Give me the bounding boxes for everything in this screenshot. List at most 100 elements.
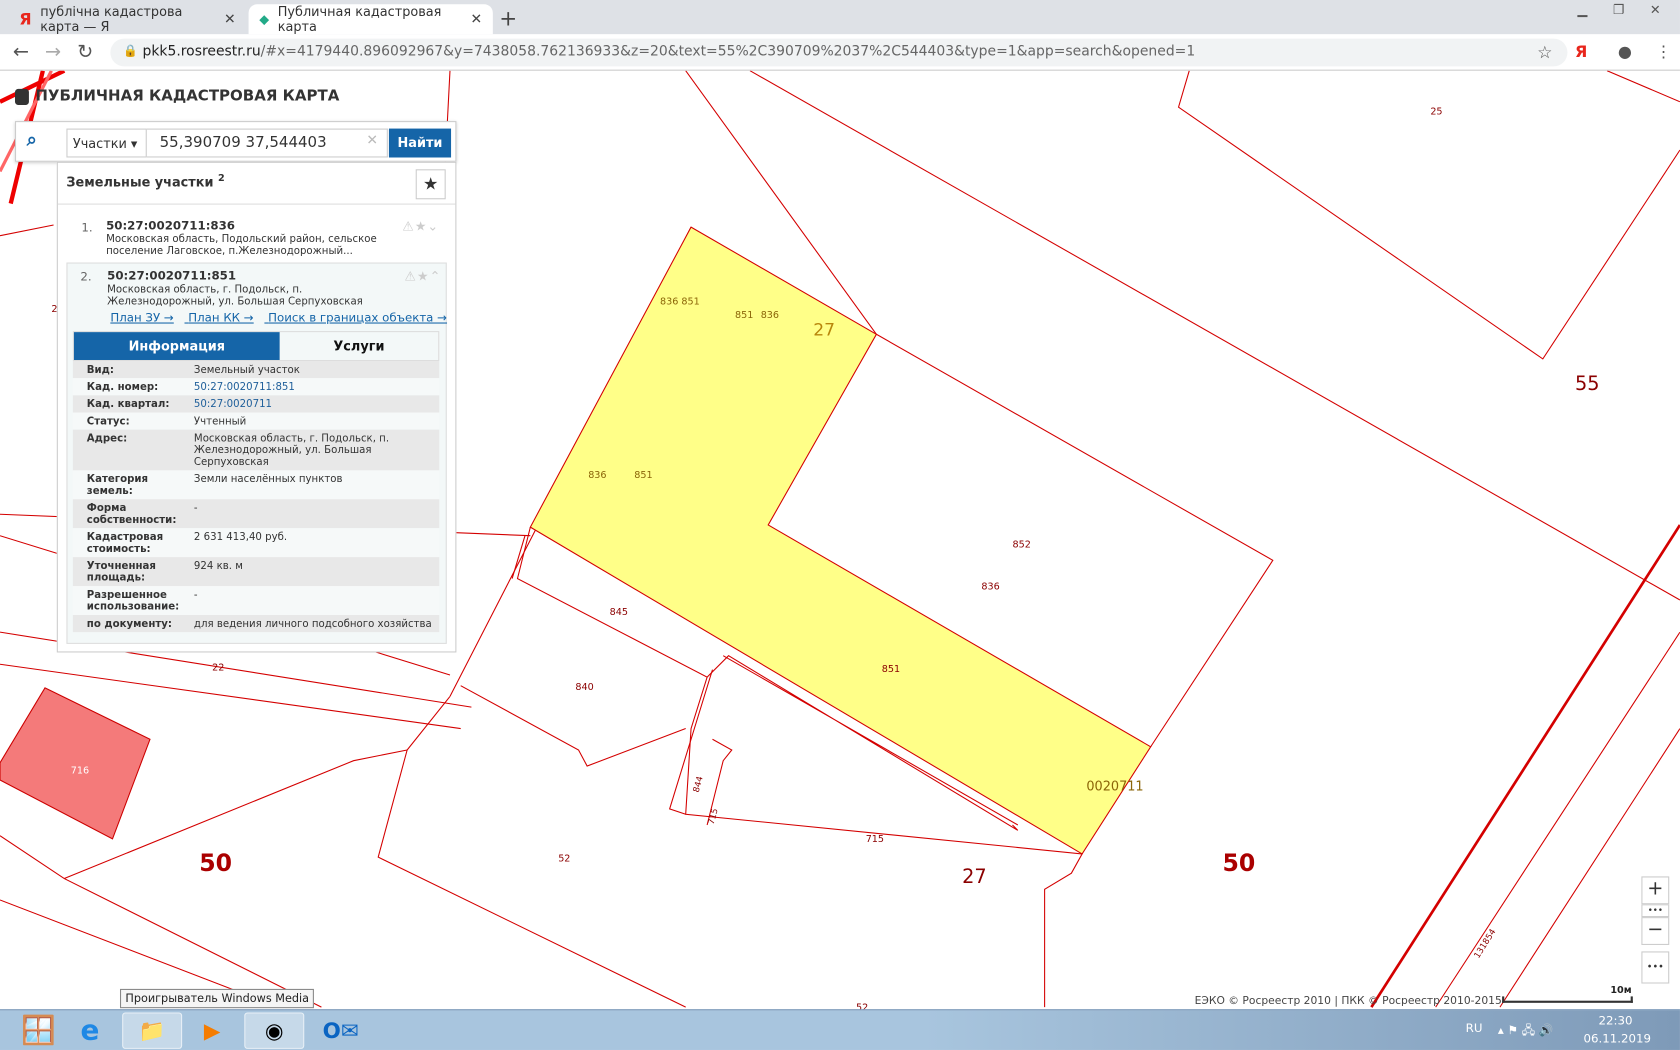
quarter-number-label: 0020711 [1086,780,1143,795]
plan-zu-link[interactable]: План ЗУ → [110,311,173,325]
parcel-label: 836 [981,581,999,592]
clear-icon[interactable]: ✕ [366,133,378,149]
search-within-link[interactable]: Поиск в границах объекта → [268,311,447,325]
quarter-label: 27 [813,320,835,340]
plan-kk-link[interactable]: План КК → [188,311,253,325]
parcel-label: 836 [761,310,779,321]
info-key: Кад. номер: [86,381,159,394]
results-panel: Земельные участки 2 ★ 1. 50:27:0020711:8… [56,161,457,653]
result-number: 2. [80,269,92,284]
zoom-in-button[interactable]: + [1641,876,1670,905]
info-key: Вид: [86,364,114,377]
info-key: Разрешенное использование: [86,589,180,613]
parcel-label: 851 [634,470,652,481]
result-cad-number: 50:27:0020711:851 [107,268,237,283]
info-value: 2 631 413,40 руб. [193,531,288,544]
parcel-label: 836 [588,470,606,481]
explorer-icon[interactable]: 📁 [122,1012,183,1049]
quarter-label: 27 [962,865,987,888]
tray-icons[interactable]: ▴ ⚑ 🖧 🔊 [1498,1021,1554,1041]
zoom-out-button[interactable]: − [1641,917,1670,945]
results-count: 2 [217,173,225,185]
app-title: ПУБЛИЧНАЯ КАДАСТРОВАЯ КАРТА [35,87,340,105]
tab-yandex[interactable]: Япублічна кадастрова карта — Я ✕ [9,4,247,34]
media-player-icon[interactable]: ▶ [182,1012,242,1048]
ie-icon[interactable]: e [60,1012,120,1048]
info-value: Земельный участок [193,364,300,377]
back-icon[interactable]: ← [13,41,29,63]
parcel-label: 716 [71,766,89,777]
new-tab-button[interactable]: + [499,5,517,31]
result-address: Московская область, г. Подольск, п. Желе… [107,283,363,308]
language-indicator[interactable]: RU [1466,1021,1483,1035]
scale-label: 10м [1610,985,1632,997]
parcel-716-highlight[interactable] [0,687,151,840]
info-value: Учтенный [193,415,247,428]
chrome-icon[interactable]: ◉ [244,1012,305,1049]
search-bar: ⌕ Участки ▾ 55,390709 37,544403 ✕ Найти [14,121,457,162]
info-row: Адрес: Московская область, г. Подольск, п… [72,429,440,471]
info-table: Вид: Земельный участок Кад. номер: 50:27:0… [72,361,440,633]
parcel-label: 715 [707,807,721,825]
results-title: Земельные участки 2 [66,174,224,190]
menu-icon[interactable]: ⋮ [1655,42,1671,61]
close-icon[interactable]: ✕ [224,11,236,27]
search-input[interactable]: 55,390709 37,544403 [146,128,388,158]
parcel-label: 851 [882,664,900,675]
info-tabs: Информация Услуги [72,331,440,362]
rosreestr-logo-icon [14,88,29,105]
zoom-levels-icon[interactable]: ••• [1641,904,1670,918]
clock-date[interactable]: 06.11.2019 [1584,1032,1651,1046]
result-number: 1. [81,220,93,235]
result-cad-number: 50:27:0020711:836 [106,218,236,233]
more-tools-button[interactable]: ••• [1641,951,1670,984]
results-title-text: Земельные участки [66,174,214,190]
info-key: по документу: [86,618,172,630]
favorites-button[interactable]: ★ [415,169,446,200]
parcel-label: 52 [856,1002,868,1009]
forward-icon[interactable]: → [45,41,61,63]
reload-icon[interactable]: ↻ [77,41,93,63]
url-path: /#x=4179440.896092967&y=7438058.76213693… [260,43,1196,60]
info-key: Кадастровая стоимость: [86,531,164,555]
info-row: Статус: Учтенный [72,412,440,430]
cad-number-link[interactable]: 50:27:0020711:851 [194,381,439,393]
cad-quarter-link[interactable]: 50:27:0020711 [194,399,439,411]
taskbar-tooltip: Проигрыватель Windows Media [119,988,315,1009]
profile-icon[interactable]: ● [1618,42,1632,61]
bookmark-star-icon[interactable]: ☆ [1537,42,1552,62]
info-value: Московская область, г. Подольск, п. Желе… [193,432,390,469]
scale-bar [1502,996,1633,1003]
result-item[interactable]: 1. 50:27:0020711:836 Московская область,… [69,219,444,260]
clock-time[interactable]: 22:30 [1599,1014,1633,1028]
search-type-value: Участки [72,136,127,152]
address-bar[interactable]: 🔒 pkk5.rosreestr.ru/#x=4179440.896092967&… [110,38,1568,67]
search-type-dropdown[interactable]: Участки ▾ [66,128,147,158]
parcel-label: 840 [575,682,593,693]
parcel-label: 52 [558,853,570,864]
parcel-851-selected[interactable] [529,226,1152,855]
info-key: Адрес: [86,432,128,445]
outlook-icon[interactable]: O✉ [311,1012,371,1048]
quarter-label: 50 [1222,849,1255,877]
info-row: Уточненная площадь: 924 кв. м [72,557,440,587]
parcel-label: 715 [866,834,884,845]
yandex-extension-icon[interactable]: Я [1575,42,1587,61]
info-value: 924 кв. м [193,560,243,573]
warning-star-chevron-up-icons[interactable]: ⚠★⌃ [404,269,441,284]
search-icon[interactable]: ⌕ [27,130,37,151]
app-header: ПУБЛИЧНАЯ КАДАСТРОВАЯ КАРТА [14,87,340,105]
warning-star-chevron-icons[interactable]: ⚠★⌄ [402,219,439,234]
url-host: pkk5.rosreestr.ru [142,43,261,60]
info-key: Уточненная площадь: [86,560,156,584]
search-button[interactable]: Найти [388,128,452,158]
parcel-label: 851 [735,310,753,321]
info-value: для ведения личного подсобного хозяйства [193,618,432,630]
tab-information[interactable]: Информация [73,332,280,360]
tab-pkk[interactable]: ◆ Публичная кадастровая карта ✕ [248,4,493,34]
info-value: Земли населённых пунктов [193,473,343,486]
window-controls[interactable]: ▁ ❐ ✕ [1577,2,1671,17]
divider [57,203,456,205]
close-icon[interactable]: ✕ [470,11,482,27]
tab-services[interactable]: Услуги [280,332,439,360]
